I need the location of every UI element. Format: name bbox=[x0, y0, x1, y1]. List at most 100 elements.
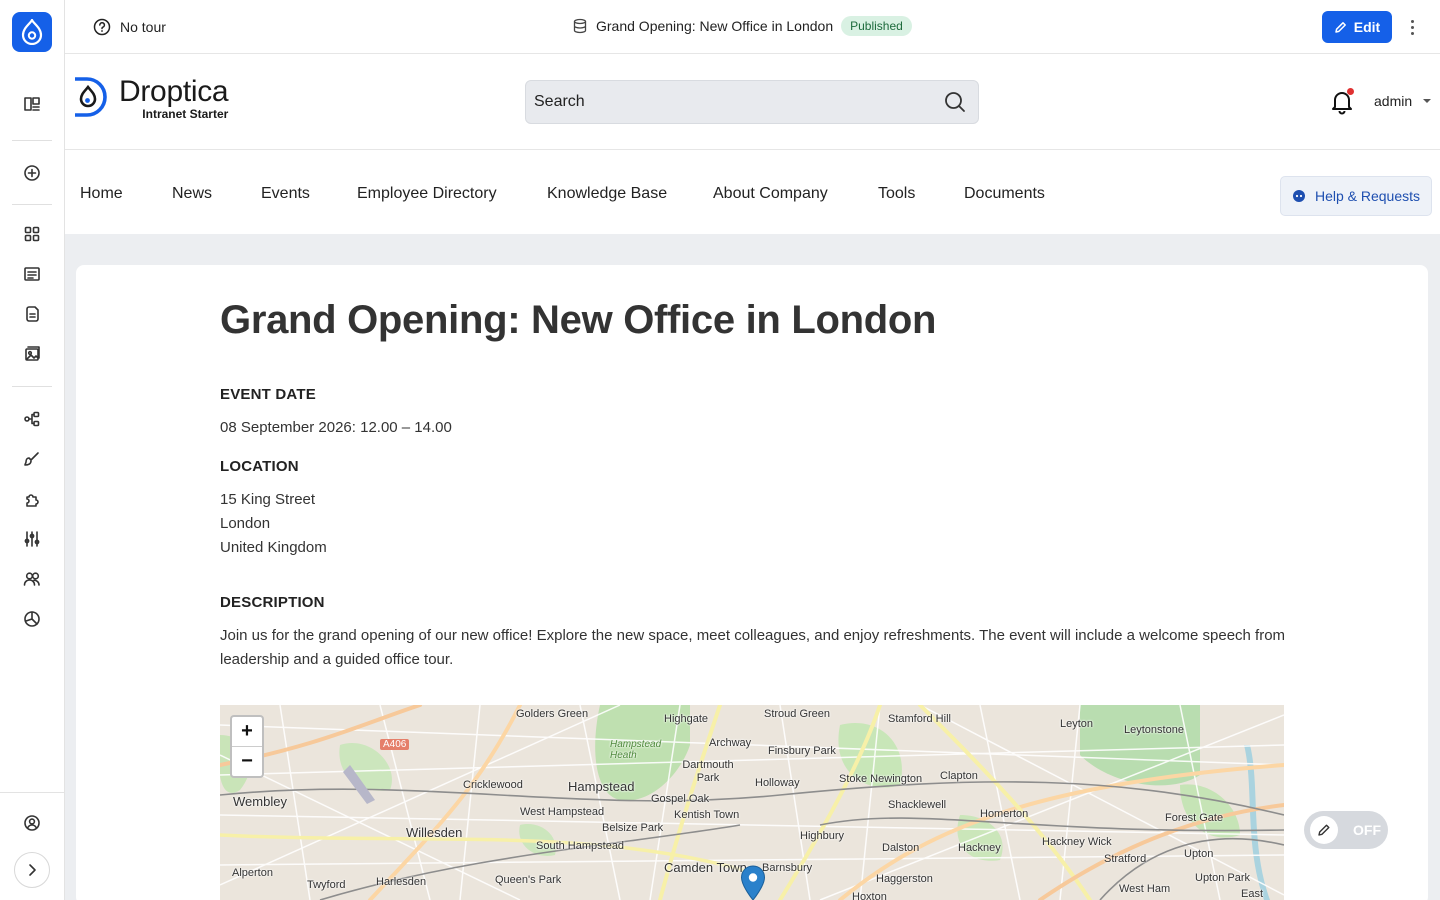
map-place-label: Hackney Wick bbox=[1042, 836, 1112, 848]
map-place-label: Belsize Park bbox=[602, 822, 664, 834]
map-place-label: Queen's Park bbox=[495, 874, 562, 886]
map-place-label: West Ham bbox=[1119, 883, 1171, 895]
event-date-value: 08 September 2026: 12.00 – 14.00 bbox=[220, 419, 452, 436]
event-description: Join us for the grand opening of our new… bbox=[220, 627, 1286, 668]
map-place-label: Wembley bbox=[233, 794, 287, 809]
map-place-label: Hampstead Heath bbox=[610, 739, 662, 761]
map-place-label: East bbox=[1241, 888, 1264, 900]
status-badge: Published bbox=[841, 16, 912, 36]
tour-label: No tour bbox=[120, 19, 166, 35]
map-marker-icon[interactable] bbox=[740, 865, 766, 900]
map-place-label: Dartmouth Park bbox=[682, 759, 734, 784]
map-place-label: Stroud Green bbox=[764, 708, 831, 720]
site-header: Droptica Intranet Starter admin bbox=[65, 55, 1440, 150]
search-input[interactable] bbox=[534, 93, 944, 111]
map-place-label: Homerton bbox=[980, 808, 1029, 820]
map-place-label: Leytonstone bbox=[1124, 724, 1184, 736]
pencil-icon bbox=[1318, 824, 1330, 836]
tour-button[interactable]: No tour bbox=[93, 18, 166, 36]
map-place-label: Willesden bbox=[406, 825, 463, 840]
user-name: admin bbox=[1374, 93, 1413, 109]
map-place-label: Stoke Newington bbox=[839, 773, 923, 785]
people-icon[interactable] bbox=[22, 569, 42, 589]
expand-toolbar-button[interactable] bbox=[14, 852, 50, 888]
configuration-sliders-icon[interactable] bbox=[22, 529, 42, 549]
map-place-label: Haggerston bbox=[876, 873, 933, 885]
user-menu[interactable]: admin bbox=[1374, 93, 1432, 109]
help-requests-button[interactable]: Help & Requests bbox=[1280, 176, 1432, 216]
notification-dot bbox=[1347, 88, 1354, 95]
map-place-label: Harlesden bbox=[376, 876, 427, 888]
media-icon[interactable] bbox=[22, 344, 42, 364]
database-icon bbox=[573, 18, 587, 34]
map-place-label: Twyford bbox=[307, 879, 346, 891]
drupal-logo-icon[interactable] bbox=[12, 12, 52, 52]
content-list-icon[interactable] bbox=[22, 264, 42, 284]
map-place-label: South Hampstead bbox=[536, 840, 625, 852]
more-options-icon[interactable] bbox=[1405, 16, 1419, 38]
user-account-icon[interactable] bbox=[22, 813, 42, 833]
description-label: DESCRIPTION bbox=[220, 594, 325, 611]
caret-down-icon bbox=[1423, 99, 1432, 103]
nav-item-about-company[interactable]: About Company bbox=[713, 185, 828, 203]
toggle-knob bbox=[1310, 816, 1338, 844]
map-place-label: Dalston bbox=[882, 842, 920, 854]
toggle-label: OFF bbox=[1353, 822, 1381, 838]
add-content-icon[interactable] bbox=[22, 163, 42, 183]
notifications-bell-icon[interactable] bbox=[1329, 88, 1355, 115]
nav-item-news[interactable]: News bbox=[172, 185, 212, 203]
brand-logo[interactable]: Droptica Intranet Starter bbox=[71, 75, 229, 121]
map-place-label: Shacklewell bbox=[888, 799, 947, 811]
map-place-label: Alperton bbox=[232, 867, 273, 879]
page-title: Grand Opening: New Office in London bbox=[220, 298, 937, 342]
structure-icon[interactable] bbox=[22, 409, 42, 429]
nav-item-knowledge-base[interactable]: Knowledge Base bbox=[547, 185, 667, 203]
reports-chart-icon[interactable] bbox=[22, 609, 42, 629]
location-line-city: London bbox=[220, 515, 271, 532]
map-place-label: Holloway bbox=[755, 777, 800, 789]
map-place-label: Hackney bbox=[958, 842, 1001, 854]
map-zoom-control: + − bbox=[230, 715, 264, 778]
extend-puzzle-icon[interactable] bbox=[22, 489, 42, 509]
location-label: LOCATION bbox=[220, 458, 299, 475]
headset-icon bbox=[1292, 190, 1305, 202]
nav-item-tools[interactable]: Tools bbox=[878, 185, 915, 203]
brand-subtitle: Intranet Starter bbox=[142, 107, 229, 121]
page-status: Grand Opening: New Office in London Publ… bbox=[572, 16, 912, 36]
zoom-in-button[interactable]: + bbox=[232, 717, 262, 747]
map-place-label: Kentish Town bbox=[674, 809, 740, 821]
map-place-label: Upton bbox=[1184, 848, 1214, 860]
map-place-label: Highgate bbox=[664, 713, 709, 725]
files-icon[interactable] bbox=[22, 304, 42, 324]
nav-item-documents[interactable]: Documents bbox=[964, 185, 1045, 203]
topbar-page-title: Grand Opening: New Office in London bbox=[596, 18, 834, 34]
appearance-brush-icon[interactable] bbox=[22, 449, 42, 469]
map-place-label: Stamford Hill bbox=[888, 713, 951, 725]
help-label: Help & Requests bbox=[1314, 188, 1421, 204]
search-box bbox=[525, 80, 979, 124]
nav-item-home[interactable]: Home bbox=[80, 185, 123, 203]
map-place-label: Barnsbury bbox=[762, 862, 813, 874]
location-map[interactable]: A406 Golders Green Highgate Stroud Green… bbox=[220, 705, 1284, 900]
help-circle-icon bbox=[93, 18, 111, 36]
location-line-street: 15 King Street bbox=[220, 491, 316, 508]
zoom-out-button[interactable]: − bbox=[232, 747, 262, 777]
map-place-label: Forest Gate bbox=[1165, 812, 1224, 824]
map-road-label: A406 bbox=[380, 739, 410, 750]
content-grid-icon[interactable] bbox=[22, 224, 42, 244]
search-icon[interactable] bbox=[944, 91, 966, 113]
event-date-label: EVENT DATE bbox=[220, 386, 316, 403]
droptica-logo-icon bbox=[75, 77, 107, 117]
top-admin-bar: No tour Grand Opening: New Office in Lon… bbox=[65, 0, 1440, 54]
brand-name: Droptica bbox=[119, 75, 229, 108]
edit-button[interactable]: Edit bbox=[1322, 11, 1392, 43]
edit-mode-toggle[interactable]: OFF bbox=[1304, 811, 1388, 849]
nav-item-employee-directory[interactable]: Employee Directory bbox=[357, 185, 497, 203]
nav-item-events[interactable]: Events bbox=[261, 185, 310, 203]
dashboard-columns-icon[interactable] bbox=[22, 94, 42, 114]
location-line-country: United Kingdom bbox=[220, 539, 327, 556]
map-place-label: West Hampstead bbox=[520, 806, 605, 818]
map-place-label: Finsbury Park bbox=[768, 745, 836, 757]
map-place-label: Upton Park bbox=[1195, 872, 1251, 884]
edit-label: Edit bbox=[1353, 19, 1381, 35]
